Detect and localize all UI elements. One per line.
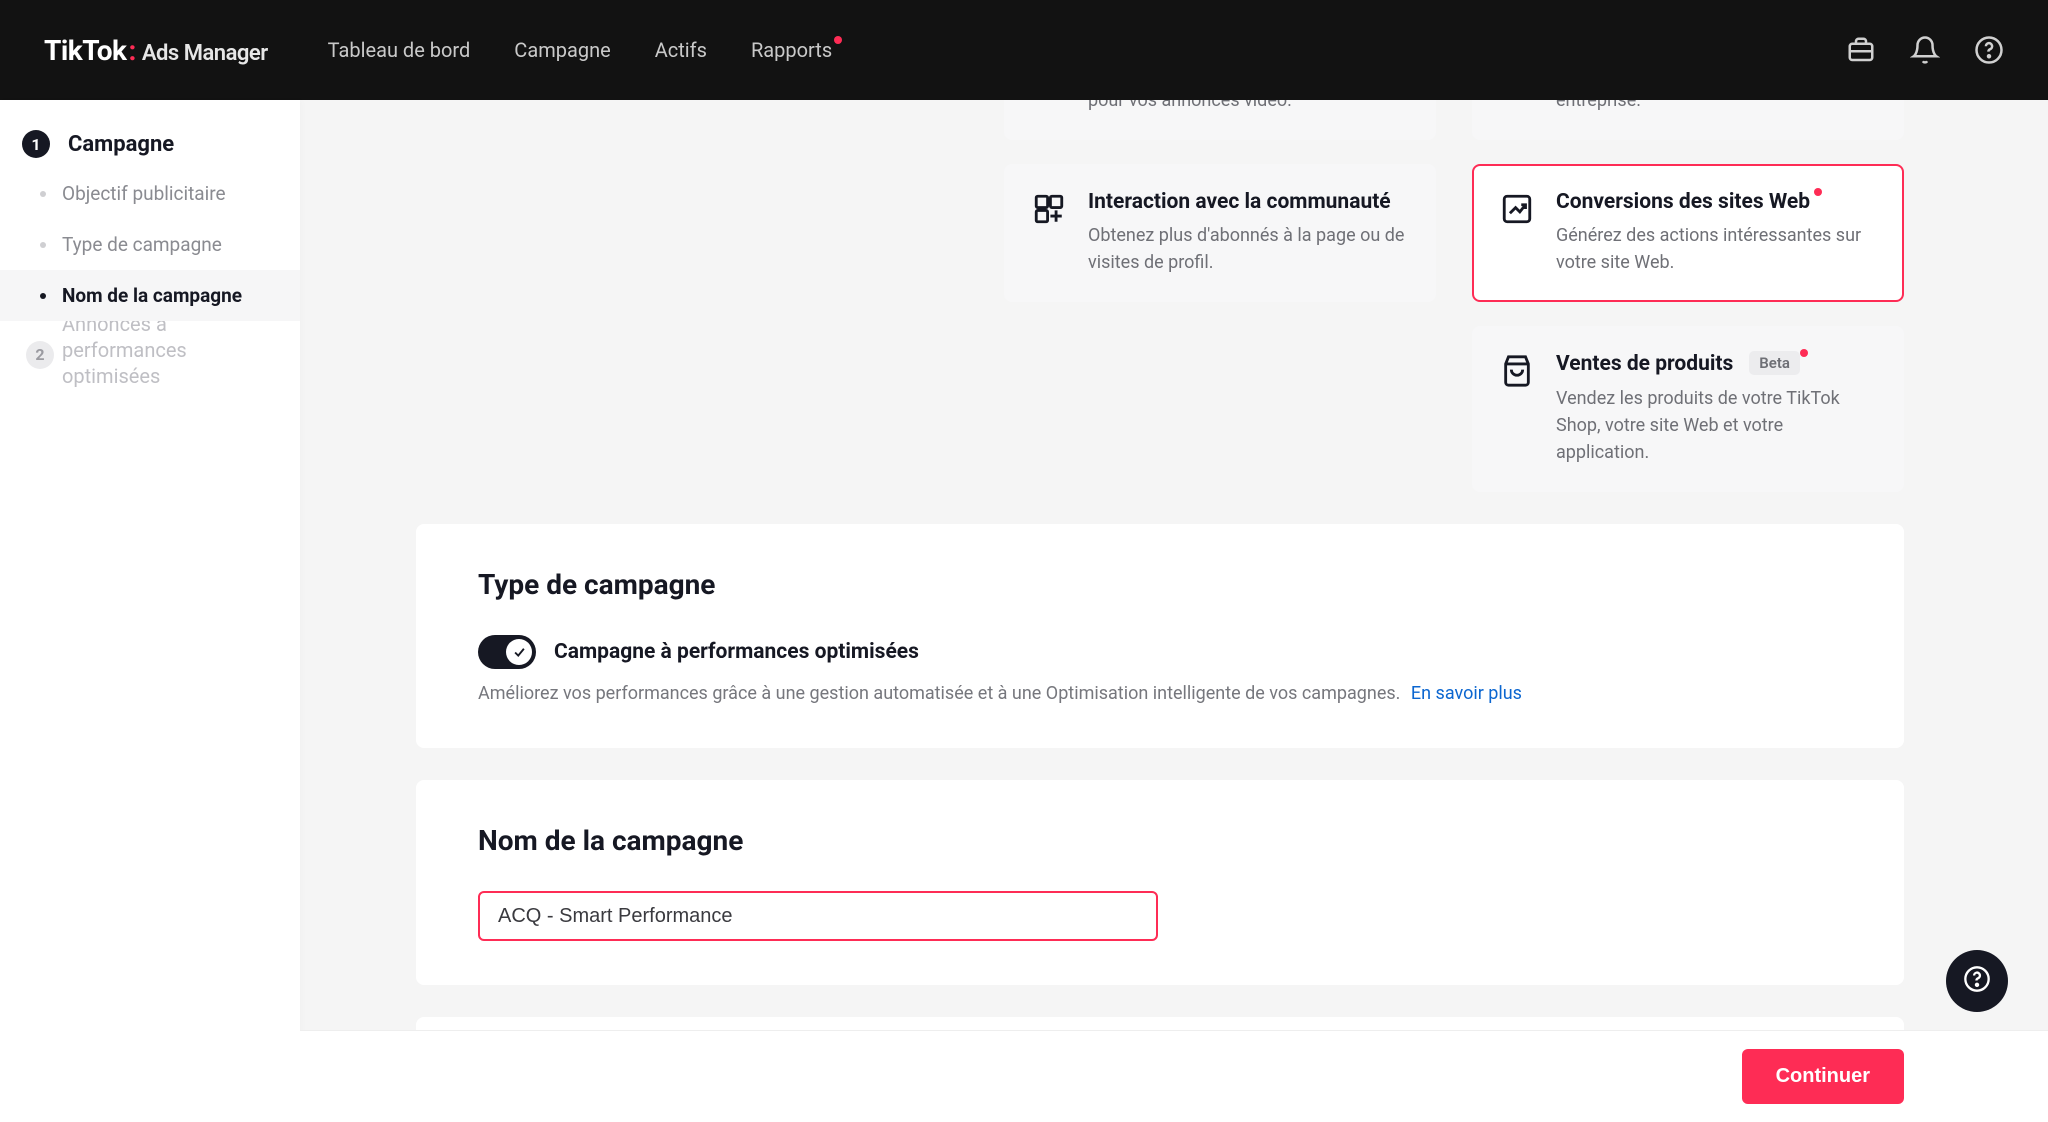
footer-bar: Continuer bbox=[300, 1030, 2048, 1122]
bullet-icon bbox=[40, 191, 46, 197]
objective-title: Interaction avec la communauté bbox=[1088, 190, 1391, 214]
nav-item-label: Rapports bbox=[751, 38, 832, 62]
objective-desc: Vendez les produits de votre TikTok Shop… bbox=[1556, 385, 1876, 466]
panel-campaign-name: Nom de la campagne bbox=[416, 780, 1904, 985]
campaign-name-input[interactable] bbox=[478, 891, 1158, 941]
nav-actifs[interactable]: Actifs bbox=[655, 38, 707, 62]
objective-title: Ventes de produits bbox=[1556, 352, 1733, 376]
sidebar-substep-objectif[interactable]: Objectif publicitaire bbox=[0, 168, 300, 219]
sidebar-substep-label: Objectif publicitaire bbox=[62, 182, 226, 205]
objective-card-leads[interactable]: Obtenez des prospects pour votre entrepr… bbox=[1472, 100, 1904, 140]
notification-dot-icon bbox=[834, 36, 842, 44]
objective-desc: Obtenez plus d'abonnés à la page ou de v… bbox=[1088, 222, 1408, 276]
topnav-icons bbox=[1846, 35, 2004, 65]
help-circle-icon bbox=[1963, 965, 1991, 997]
sidebar-substep-label: Nom de la campagne bbox=[62, 284, 242, 307]
brand-colon-icon: : bbox=[128, 34, 135, 67]
step-title: Campagne bbox=[68, 132, 174, 157]
notification-dot-icon bbox=[1800, 349, 1808, 357]
toggle-desc-text: Améliorez vos performances grâce à une g… bbox=[478, 683, 1400, 704]
help-fab[interactable] bbox=[1946, 950, 2008, 1012]
help-circle-icon[interactable] bbox=[1974, 35, 2004, 65]
toggle-smart-performance[interactable] bbox=[478, 635, 536, 669]
learn-more-link[interactable]: En savoir plus bbox=[1411, 683, 1522, 704]
sidebar-step2-cut-text: Annonces à performances optimisées bbox=[62, 321, 280, 389]
nav-rapports[interactable]: Rapports bbox=[751, 38, 832, 62]
toggle-description: Améliorez vos performances grâce à une g… bbox=[478, 683, 1842, 704]
sidebar-step-2-partial: Annonces à performances optimisées 2 bbox=[0, 321, 300, 391]
community-icon bbox=[1032, 192, 1066, 226]
nav-item-label: Tableau de bord bbox=[328, 38, 471, 62]
panel-heading: Nom de la campagne bbox=[478, 824, 1842, 857]
nav-campagne[interactable]: Campagne bbox=[514, 38, 610, 62]
sidebar-substep-nom[interactable]: Nom de la campagne bbox=[0, 270, 300, 321]
beta-badge: Beta bbox=[1749, 351, 1800, 375]
continue-button[interactable]: Continuer bbox=[1742, 1049, 1904, 1104]
nav-tableau-de-bord[interactable]: Tableau de bord bbox=[328, 38, 471, 62]
objective-title: Conversions des sites Web bbox=[1556, 190, 1810, 214]
objective-desc: Générez des actions intéressantes sur vo… bbox=[1556, 222, 1876, 276]
brand-logo[interactable]: TikTok: Ads Manager bbox=[44, 34, 268, 67]
sidebar-substep-type[interactable]: Type de campagne bbox=[0, 219, 300, 270]
bell-icon[interactable] bbox=[1910, 35, 1940, 65]
objective-desc: Obtenez des prospects pour votre entrepr… bbox=[1556, 100, 1876, 114]
sidebar-substep-label: Type de campagne bbox=[62, 233, 222, 256]
topnav-links: Tableau de bord Campagne Actifs Rapports bbox=[328, 38, 832, 62]
panel-campaign-type: Type de campagne Campagne à performances… bbox=[416, 524, 1904, 748]
objective-card-web-conversions[interactable]: Conversions des sites Web Générez des ac… bbox=[1472, 164, 1904, 302]
step-number-badge: 2 bbox=[26, 341, 54, 369]
shopping-bag-icon bbox=[1500, 354, 1534, 388]
objective-cards: Obtenez plus de vues et d'engagement pou… bbox=[416, 100, 1904, 492]
nav-item-label: Actifs bbox=[655, 38, 707, 62]
briefcase-icon[interactable] bbox=[1846, 35, 1876, 65]
toggle-label: Campagne à performances optimisées bbox=[554, 640, 919, 664]
panel-heading: Type de campagne bbox=[478, 568, 1842, 601]
nav-item-label: Campagne bbox=[514, 38, 610, 62]
brand-product: Ads Manager bbox=[142, 41, 268, 66]
topnav: TikTok: Ads Manager Tableau de bord Camp… bbox=[0, 0, 2048, 100]
objective-desc: Obtenez plus de vues et d'engagement pou… bbox=[1088, 100, 1408, 114]
objective-title-text: Conversions des sites Web bbox=[1556, 190, 1810, 214]
toggle-knob-icon bbox=[506, 639, 532, 665]
bullet-icon bbox=[40, 293, 46, 299]
step-number-badge: 1 bbox=[22, 130, 50, 158]
objective-card-video-views[interactable]: Obtenez plus de vues et d'engagement pou… bbox=[1004, 100, 1436, 140]
objective-card-community[interactable]: Interaction avec la communauté Obtenez p… bbox=[1004, 164, 1436, 302]
main-content: Obtenez plus de vues et d'engagement pou… bbox=[300, 100, 2048, 1122]
objective-card-product-sales[interactable]: Ventes de produits Beta Vendez les produ… bbox=[1472, 326, 1904, 492]
bullet-icon bbox=[40, 242, 46, 248]
sidebar: 1 Campagne Objectif publicitaire Type de… bbox=[0, 100, 300, 1122]
notification-dot-icon bbox=[1814, 188, 1822, 196]
brand-name: TikTok bbox=[44, 34, 126, 67]
sidebar-step-campagne[interactable]: 1 Campagne bbox=[0, 120, 300, 168]
trend-up-icon bbox=[1500, 192, 1534, 226]
